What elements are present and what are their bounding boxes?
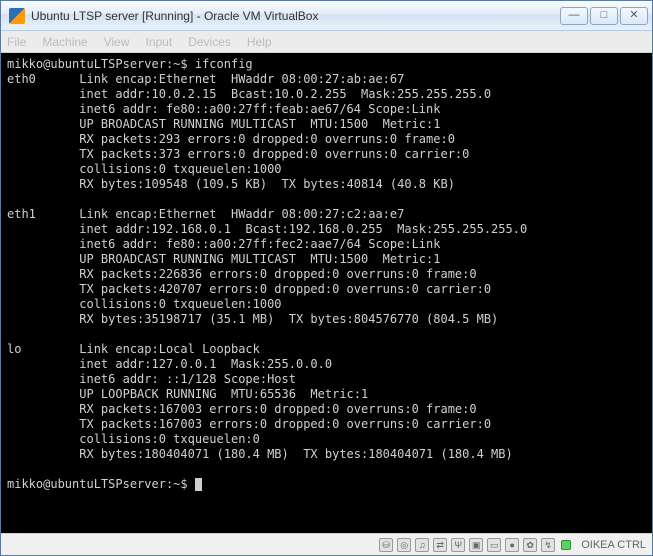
menu-view[interactable]: View [104, 35, 130, 49]
minimize-button[interactable]: — [560, 7, 588, 25]
window-title: Ubuntu LTSP server [Running] - Oracle VM… [31, 9, 560, 23]
recording-icon[interactable]: ● [505, 538, 519, 552]
audio-icon[interactable]: ♫ [415, 538, 429, 552]
menu-help[interactable]: Help [247, 35, 272, 49]
menu-input[interactable]: Input [146, 35, 173, 49]
maximize-button[interactable]: □ [590, 7, 618, 25]
host-key-indicator-icon [561, 540, 571, 550]
usb-icon[interactable]: Ψ [451, 538, 465, 552]
shared-folders-icon[interactable]: ▣ [469, 538, 483, 552]
virtualbox-icon [9, 8, 25, 24]
statusbar: ⛁ ◎ ♫ ⇄ Ψ ▣ ▭ ● ✿ ↯ OIKEA CTRL [1, 533, 652, 555]
window-controls: — □ ✕ [560, 7, 648, 25]
optical-icon[interactable]: ◎ [397, 538, 411, 552]
mouse-integration-icon[interactable]: ↯ [541, 538, 555, 552]
cursor [195, 478, 202, 491]
virtualbox-window: Ubuntu LTSP server [Running] - Oracle VM… [0, 0, 653, 556]
menu-machine[interactable]: Machine [42, 35, 87, 49]
prompt: mikko@ubuntuLTSPserver:~$ [7, 57, 195, 71]
command-entered: ifconfig [195, 57, 253, 71]
harddisk-icon[interactable]: ⛁ [379, 538, 393, 552]
host-key-label: OIKEA CTRL [581, 539, 646, 551]
prompt: mikko@ubuntuLTSPserver:~$ [7, 477, 195, 491]
menu-devices[interactable]: Devices [188, 35, 231, 49]
close-button[interactable]: ✕ [620, 7, 648, 25]
network-icon[interactable]: ⇄ [433, 538, 447, 552]
command-output: eth0 Link encap:Ethernet HWaddr 08:00:27… [7, 72, 527, 461]
titlebar[interactable]: Ubuntu LTSP server [Running] - Oracle VM… [1, 1, 652, 31]
menu-file[interactable]: File [7, 35, 26, 49]
features-icon[interactable]: ✿ [523, 538, 537, 552]
menubar: File Machine View Input Devices Help [1, 31, 652, 53]
display-icon[interactable]: ▭ [487, 538, 501, 552]
terminal[interactable]: mikko@ubuntuLTSPserver:~$ ifconfig eth0 … [1, 53, 652, 533]
